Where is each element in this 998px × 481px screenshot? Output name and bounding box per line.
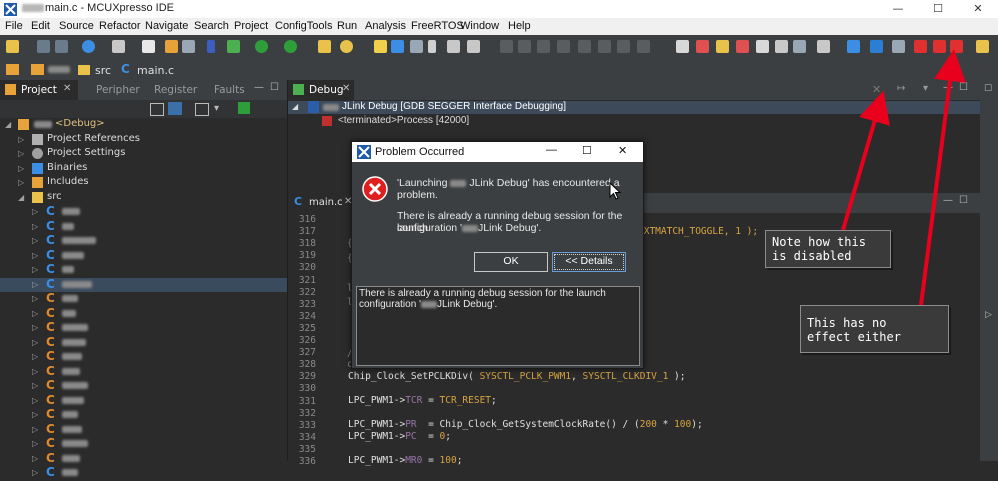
arrow-to-toolbar-terminate: [919, 49, 966, 306]
source-file-row[interactable]: ▷ C: [0, 465, 287, 481]
c-file-icon: C: [46, 465, 55, 479]
annotation-note-no-effect: This has no effect either: [800, 305, 949, 353]
arrow-to-remove-terminated: [841, 90, 890, 231]
blurred-file-name: [62, 469, 78, 476]
annotation-note-disabled: Note how this is disabled: [765, 230, 891, 268]
collapsed-arrow-icon[interactable]: ▷: [32, 468, 38, 477]
